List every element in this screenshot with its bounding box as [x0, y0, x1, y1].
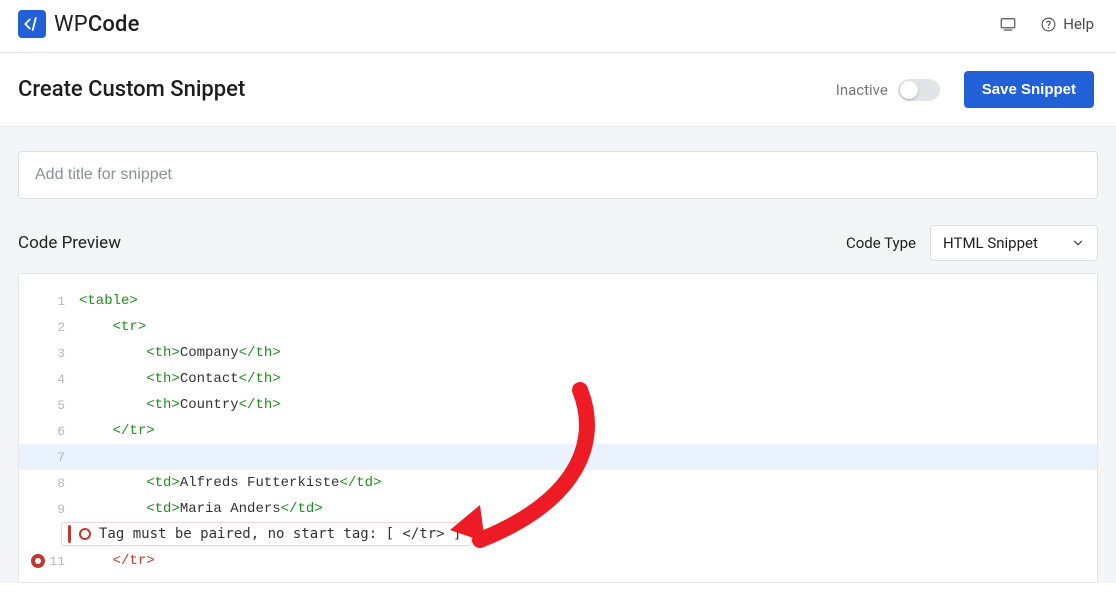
line-gutter: 7 — [19, 450, 79, 465]
line-gutter: 3 — [19, 346, 79, 361]
error-tooltip: Tag must be paired, no start tag: [ </tr… — [61, 522, 472, 546]
code-content: <td>Alfreds Futterkiste</td> — [79, 475, 381, 491]
help-label: Help — [1063, 15, 1094, 33]
error-gutter-icon — [31, 554, 45, 568]
line-gutter: 4 — [19, 372, 79, 387]
page-title: Create Custom Snippet — [18, 77, 245, 102]
brand-name: WPCode — [54, 12, 140, 37]
error-tooltip-row: Tag must be paired, no start tag: [ </tr… — [19, 522, 1097, 548]
status-label: Inactive — [836, 81, 888, 99]
code-type-group: Code Type HTML Snippet — [846, 225, 1098, 261]
help-link[interactable]: Help — [1040, 15, 1094, 33]
code-type-label: Code Type — [846, 234, 916, 252]
body-area: Code Preview Code Type HTML Snippet 1<ta… — [0, 127, 1116, 583]
help-icon — [1040, 16, 1057, 33]
line-gutter: 2 — [19, 320, 79, 335]
page-header-actions: Inactive Save Snippet — [836, 71, 1094, 108]
code-line: 4 <th>Contact</th> — [19, 366, 1097, 392]
code-editor[interactable]: 1<table>2 <tr>3 <th>Company</th>4 <th>Co… — [18, 273, 1098, 583]
code-content: <th>Contact</th> — [79, 371, 281, 387]
preview-header-row: Code Preview Code Type HTML Snippet — [18, 225, 1098, 261]
save-button[interactable]: Save Snippet — [964, 71, 1094, 108]
error-ring-icon — [79, 528, 91, 540]
code-line: 1<table> — [19, 288, 1097, 314]
code-slash-icon — [23, 15, 41, 33]
code-type-select[interactable]: HTML Snippet — [930, 225, 1098, 261]
code-line: 2 <tr> — [19, 314, 1097, 340]
code-type-value: HTML Snippet — [943, 234, 1038, 252]
code-content: </tr> — [79, 553, 155, 569]
line-gutter: 6 — [19, 424, 79, 439]
code-content: <th>Company</th> — [79, 345, 281, 361]
screen-options-icon[interactable] — [998, 14, 1018, 34]
line-gutter: 11 — [19, 554, 79, 569]
code-line: 8 <td>Alfreds Futterkiste</td> — [19, 470, 1097, 496]
line-gutter: 8 — [19, 476, 79, 491]
snippet-title-input[interactable] — [18, 151, 1098, 199]
code-line: 5 <th>Country</th> — [19, 392, 1097, 418]
code-line-error: 11 </tr> — [19, 548, 1097, 574]
code-content: </tr> — [79, 423, 155, 439]
page-header: Create Custom Snippet Inactive Save Snip… — [0, 53, 1116, 127]
code-content: <table> — [79, 293, 138, 309]
code-line: 7 — [19, 444, 1097, 470]
line-gutter: 1 — [19, 294, 79, 309]
top-actions: Help — [998, 14, 1094, 34]
line-gutter: 9 — [19, 502, 79, 517]
code-content: <td>Maria Anders</td> — [79, 501, 323, 517]
error-bar-icon — [68, 525, 71, 543]
code-line: 9 <td>Maria Anders</td> — [19, 496, 1097, 522]
error-message: Tag must be paired, no start tag: [ </tr… — [99, 526, 461, 542]
chevron-down-icon — [1071, 236, 1085, 250]
code-content: <tr> — [79, 319, 146, 335]
top-bar: WPCode Help — [0, 0, 1116, 53]
code-line: 6 </tr> — [19, 418, 1097, 444]
active-toggle[interactable] — [898, 79, 940, 101]
code-preview-label: Code Preview — [18, 233, 121, 253]
brand-logo — [18, 10, 46, 38]
code-content: <th>Country</th> — [79, 397, 281, 413]
status-toggle-group: Inactive — [836, 79, 940, 101]
line-gutter: 5 — [19, 398, 79, 413]
code-line: 3 <th>Company</th> — [19, 340, 1097, 366]
brand: WPCode — [18, 10, 140, 38]
